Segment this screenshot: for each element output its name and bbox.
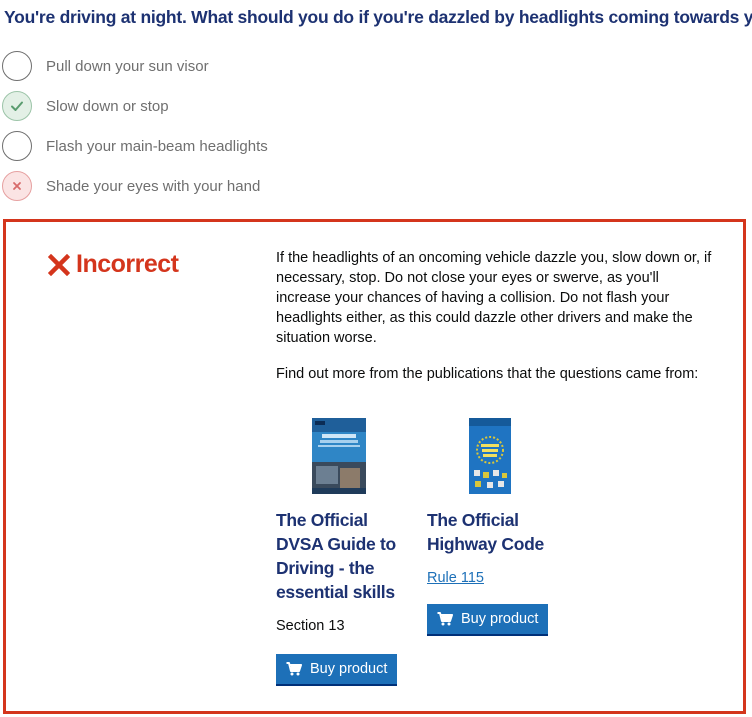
cart-icon (437, 612, 453, 626)
answer-label: Pull down your sun visor (46, 57, 209, 75)
answer-label: Shade your eyes with your hand (46, 177, 261, 195)
explanation-text: If the headlights of an oncoming vehicle… (276, 250, 712, 346)
buy-product-label: Buy product (461, 611, 539, 627)
feedback-panel: Incorrect If the headlights of an oncomi… (3, 219, 746, 714)
answer-option-correct[interactable]: Slow down or stop (2, 90, 602, 122)
publication-dvsa-guide: The Official DVSA Guide to Driving - the… (276, 418, 416, 686)
publication-reference: Section 13 (276, 618, 345, 634)
verdict-text: Incorrect (76, 250, 179, 278)
question-title: You're driving at night. What should you… (4, 7, 752, 27)
radio-button[interactable] (2, 51, 32, 81)
rule-link[interactable]: Rule 115 (427, 568, 484, 588)
cross-icon[interactable] (2, 171, 32, 201)
publication-title: The Official Highway Code (427, 510, 544, 554)
book-cover-image[interactable] (312, 418, 366, 494)
answer-label: Flash your main-beam headlights (46, 137, 268, 155)
answer-option-selected-wrong[interactable]: Shade your eyes with your hand (2, 170, 602, 202)
verdict: Incorrect (48, 250, 179, 279)
cart-icon (286, 662, 302, 676)
buy-product-label: Buy product (310, 661, 388, 677)
radio-button[interactable] (2, 131, 32, 161)
answer-option[interactable]: Pull down your sun visor (2, 50, 602, 82)
buy-product-button[interactable]: Buy product (427, 604, 549, 636)
book-cover-image[interactable] (469, 418, 511, 494)
cross-icon (48, 253, 70, 276)
answer-list: Pull down your sun visor Slow down or st… (2, 50, 602, 210)
find-out-more-text: Find out more from the publications that… (276, 366, 699, 382)
buy-product-button[interactable]: Buy product (276, 654, 398, 686)
publication-highway-code: The Official Highway Code Rule 115 Buy p… (427, 418, 567, 636)
check-icon[interactable] (2, 91, 32, 121)
answer-label: Slow down or stop (46, 97, 169, 115)
publication-title: The Official DVSA Guide to Driving - the… (276, 510, 396, 602)
answer-option[interactable]: Flash your main-beam headlights (2, 130, 602, 162)
